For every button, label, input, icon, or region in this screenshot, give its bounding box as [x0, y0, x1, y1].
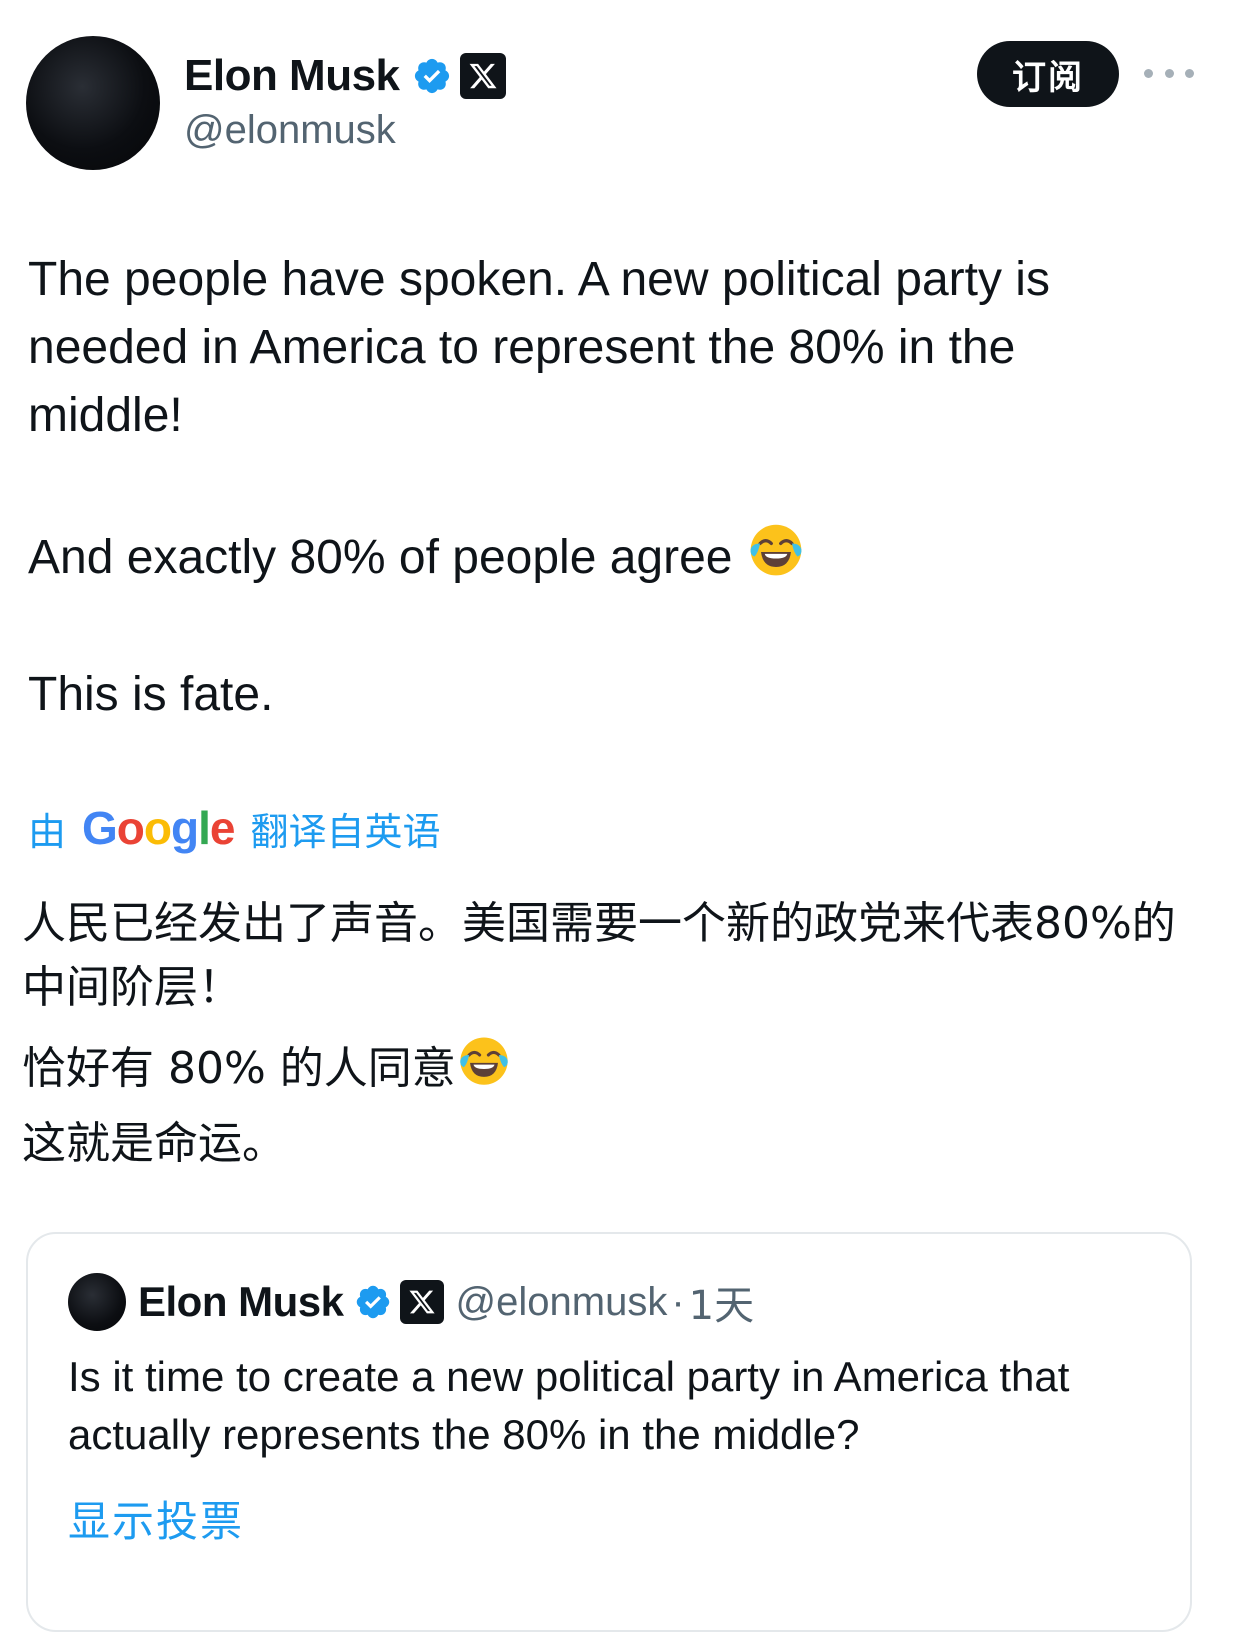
x-logo-icon [399, 1280, 444, 1324]
translation-by-label: 由 [28, 809, 67, 854]
show-poll-link[interactable]: 显示投票 [68, 1488, 244, 1549]
more-dot [1185, 68, 1194, 78]
subscribe-button[interactable]: 订阅 [977, 41, 1119, 107]
translation-line-2: 恰好有 80% 的人同意 [22, 1034, 1202, 1108]
author-display-name[interactable]: Elon Musk [184, 51, 400, 101]
more-dot [1164, 68, 1174, 78]
quoted-tweet-header: Elon Musk @elonmusk · 1天 [68, 1272, 754, 1332]
tears-of-joy-emoji-icon [456, 1034, 512, 1108]
translation-line-3: 这就是命运。 [22, 1118, 286, 1169]
quoted-timestamp: 1天 [688, 1283, 755, 1329]
verified-badge-icon [356, 1285, 389, 1319]
quoted-tweet-text: Is it time to create a new political par… [68, 1353, 1070, 1458]
author-handle[interactable]: @elonmusk [184, 108, 396, 153]
quoted-tweet-card[interactable]: Elon Musk @elonmusk · 1天 Is it time to c… [26, 1232, 1192, 1632]
verified-badge-icon [414, 58, 449, 94]
translation-line-1: 人民已经发出了声音。美国需要一个新的政党来代表80%的中间阶层！ [22, 898, 1176, 1013]
quoted-author-avatar [68, 1273, 126, 1331]
quoted-author-display-name: Elon Musk [138, 1278, 344, 1325]
tears-of-joy-emoji-icon [746, 521, 806, 600]
more-dot [1144, 68, 1153, 78]
translation-from-label: 翻译自英语 [250, 809, 441, 854]
x-logo-icon [459, 53, 506, 99]
translation-line-2-text: 恰好有 80% 的人同意 [22, 1043, 456, 1094]
tweet-paragraph-3: This is fate. [28, 668, 274, 721]
author-name-row: Elon Musk [184, 44, 506, 108]
tweet-paragraph-2: And exactly 80% of people agree [28, 521, 1178, 600]
author-avatar[interactable] [26, 36, 160, 170]
tweet-paragraph-1: The people have spoken. A new political … [28, 253, 1064, 442]
more-horizontal-icon[interactable] [1144, 58, 1194, 88]
google-logo: Google [82, 802, 235, 854]
quoted-author-handle: @elonmusk [455, 1279, 668, 1324]
quoted-separator: · [671, 1279, 685, 1324]
tweet-paragraph-2-text: And exactly 80% of people agree [28, 531, 733, 585]
translation-attribution[interactable]: 由 Google 翻译自英语 [28, 796, 441, 860]
